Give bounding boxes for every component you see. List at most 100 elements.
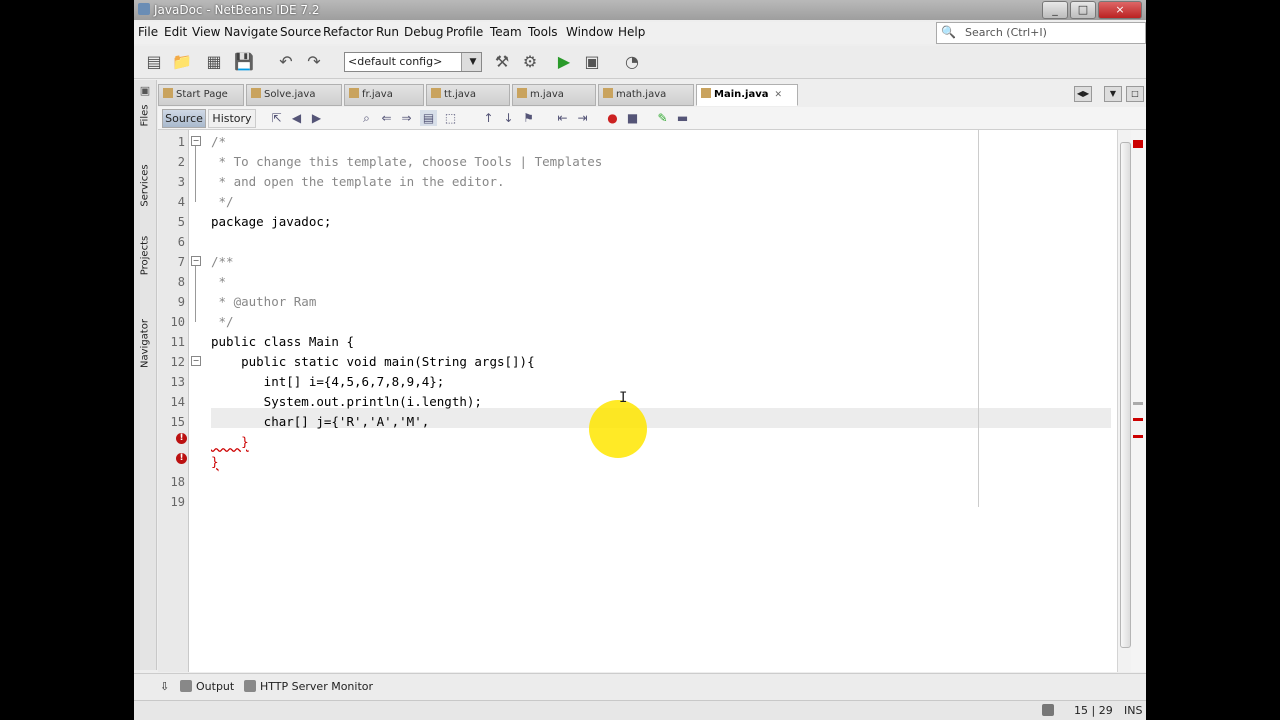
- new-project-icon[interactable]: 📁: [170, 50, 194, 74]
- services-tab[interactable]: Services: [134, 150, 156, 220]
- insert-mode: INS: [1124, 704, 1143, 717]
- tab-math-java[interactable]: math.java: [598, 84, 694, 106]
- next-bookmark-icon[interactable]: ↓: [500, 110, 517, 126]
- scroll-tabs-left-icon[interactable]: ◀▶: [1074, 86, 1092, 102]
- bottom-panel-tabs: ⇩ Output HTTP Server Monitor: [134, 673, 1146, 700]
- navigator-tab[interactable]: Navigator: [134, 304, 156, 384]
- close-button[interactable]: ×: [1098, 1, 1142, 19]
- main-toolbar: ▤ 📁 ▦ 💾 ↶ ↷ <default config> ▼ ⚒ ⚙ ▶ ▣ ◔: [134, 46, 1146, 79]
- right-margin-line: [978, 130, 979, 507]
- stripe-error-mark[interactable]: [1133, 435, 1143, 438]
- uncomment-icon[interactable]: ▬: [674, 110, 691, 126]
- monitor-icon: [244, 680, 256, 692]
- error-badge-icon[interactable]: !: [176, 453, 187, 464]
- undo-icon[interactable]: ↶: [274, 50, 298, 74]
- projects-tab[interactable]: Projects: [134, 220, 156, 290]
- error-badge-icon[interactable]: !: [176, 433, 187, 444]
- vertical-scrollbar[interactable]: [1117, 130, 1132, 672]
- config-select[interactable]: <default config> ▼: [344, 52, 482, 72]
- tab-list-icon[interactable]: ▼: [1104, 86, 1122, 102]
- start-macro-icon[interactable]: ●: [604, 110, 621, 126]
- maximize-button[interactable]: □: [1070, 1, 1096, 19]
- search-box[interactable]: 🔍 Search (Ctrl+I): [936, 22, 1146, 44]
- close-icon[interactable]: ✕: [775, 90, 783, 100]
- open-project-icon[interactable]: ▦: [202, 50, 226, 74]
- last-edit-icon[interactable]: ⇱: [268, 110, 285, 126]
- menu-team[interactable]: Team: [490, 25, 522, 39]
- menu-window[interactable]: Window: [566, 25, 613, 39]
- back-icon[interactable]: ◀: [288, 110, 305, 126]
- tab-fr-java[interactable]: fr.java: [344, 84, 424, 106]
- menu-profile[interactable]: Profile: [446, 25, 483, 39]
- new-file-icon[interactable]: ▤: [142, 50, 166, 74]
- comment-icon[interactable]: ✎: [654, 110, 671, 126]
- code-line: }: [211, 454, 219, 469]
- java-file-icon: [701, 88, 711, 98]
- find-previous-icon[interactable]: ⇐: [378, 110, 395, 126]
- menu-refactor[interactable]: Refactor: [323, 25, 373, 39]
- line-number: 18: [170, 475, 185, 489]
- stripe-mark[interactable]: [1133, 402, 1143, 405]
- rect-select-icon[interactable]: ⬚: [442, 110, 459, 126]
- scrollbar-thumb[interactable]: [1120, 142, 1131, 648]
- code-line: public static void main(String args[]){: [211, 354, 535, 369]
- code-line: * @author Ram: [211, 294, 317, 309]
- history-button[interactable]: History: [208, 109, 256, 128]
- java-file-icon: [517, 88, 527, 98]
- debug-icon[interactable]: ▣: [580, 50, 604, 74]
- tab-start-page[interactable]: Start Page: [158, 84, 244, 106]
- line-number: 14: [170, 395, 185, 409]
- files-tab[interactable]: ▣ Files: [134, 84, 156, 144]
- menu-view[interactable]: View: [192, 25, 220, 39]
- menu-run[interactable]: Run: [376, 25, 399, 39]
- source-button[interactable]: Source: [162, 109, 206, 128]
- line-number: 2: [177, 155, 185, 169]
- save-all-icon[interactable]: 💾: [232, 50, 256, 74]
- stripe-error-mark[interactable]: [1133, 418, 1143, 421]
- menu-tools[interactable]: Tools: [528, 25, 558, 39]
- toggle-highlight-icon[interactable]: ▤: [420, 110, 437, 126]
- tab-solve-java[interactable]: Solve.java: [246, 84, 342, 106]
- prev-bookmark-icon[interactable]: ↑: [480, 110, 497, 126]
- http-monitor-tab[interactable]: HTTP Server Monitor: [244, 680, 373, 693]
- shift-right-icon[interactable]: ⇥: [574, 110, 591, 126]
- maximize-editor-icon[interactable]: □: [1126, 86, 1144, 102]
- fold-toggle-icon[interactable]: −: [191, 256, 201, 266]
- fold-toggle-icon[interactable]: −: [191, 356, 201, 366]
- menu-help[interactable]: Help: [618, 25, 645, 39]
- redo-icon[interactable]: ↷: [302, 50, 326, 74]
- line-number: 13: [170, 375, 185, 389]
- menu-navigate[interactable]: Navigate: [224, 25, 278, 39]
- toggle-bookmark-icon[interactable]: ⚑: [520, 110, 537, 126]
- code-line: }: [211, 434, 249, 449]
- menu-file[interactable]: File: [138, 25, 158, 39]
- clean-build-icon[interactable]: ⚙: [518, 50, 542, 74]
- find-next-icon[interactable]: ⇒: [398, 110, 415, 126]
- output-tab[interactable]: Output: [180, 680, 234, 693]
- minimize-panel-icon[interactable]: ⇩: [160, 680, 169, 693]
- menu-edit[interactable]: Edit: [164, 25, 187, 39]
- netbeans-logo-icon: [138, 3, 150, 15]
- code-editor[interactable]: − − − /* * To change this template, choo…: [189, 130, 1117, 672]
- error-status-icon[interactable]: [1133, 140, 1143, 148]
- line-number: 19: [170, 495, 185, 509]
- tab-tt-java[interactable]: tt.java: [426, 84, 510, 106]
- stop-macro-icon[interactable]: ■: [624, 110, 641, 126]
- fold-toggle-icon[interactable]: −: [191, 136, 201, 146]
- window-title: JavaDoc - NetBeans IDE 7.2: [154, 3, 320, 17]
- shift-left-icon[interactable]: ⇤: [554, 110, 571, 126]
- editor-tabs: Start Page Solve.java fr.java tt.java m.…: [158, 84, 1146, 106]
- menu-source[interactable]: Source: [280, 25, 321, 39]
- tab-m-java[interactable]: m.java: [512, 84, 596, 106]
- notification-icon[interactable]: [1042, 704, 1054, 716]
- caret-position: 15 | 29: [1074, 704, 1113, 717]
- mouse-highlight: [589, 400, 647, 458]
- forward-icon[interactable]: ▶: [308, 110, 325, 126]
- run-icon[interactable]: ▶: [552, 50, 576, 74]
- menu-debug[interactable]: Debug: [404, 25, 443, 39]
- minimize-button[interactable]: _: [1042, 1, 1068, 19]
- tab-main-java[interactable]: Main.java ✕: [696, 84, 798, 106]
- profile-icon[interactable]: ◔: [620, 50, 644, 74]
- find-icon[interactable]: ⌕: [358, 110, 375, 126]
- build-icon[interactable]: ⚒: [490, 50, 514, 74]
